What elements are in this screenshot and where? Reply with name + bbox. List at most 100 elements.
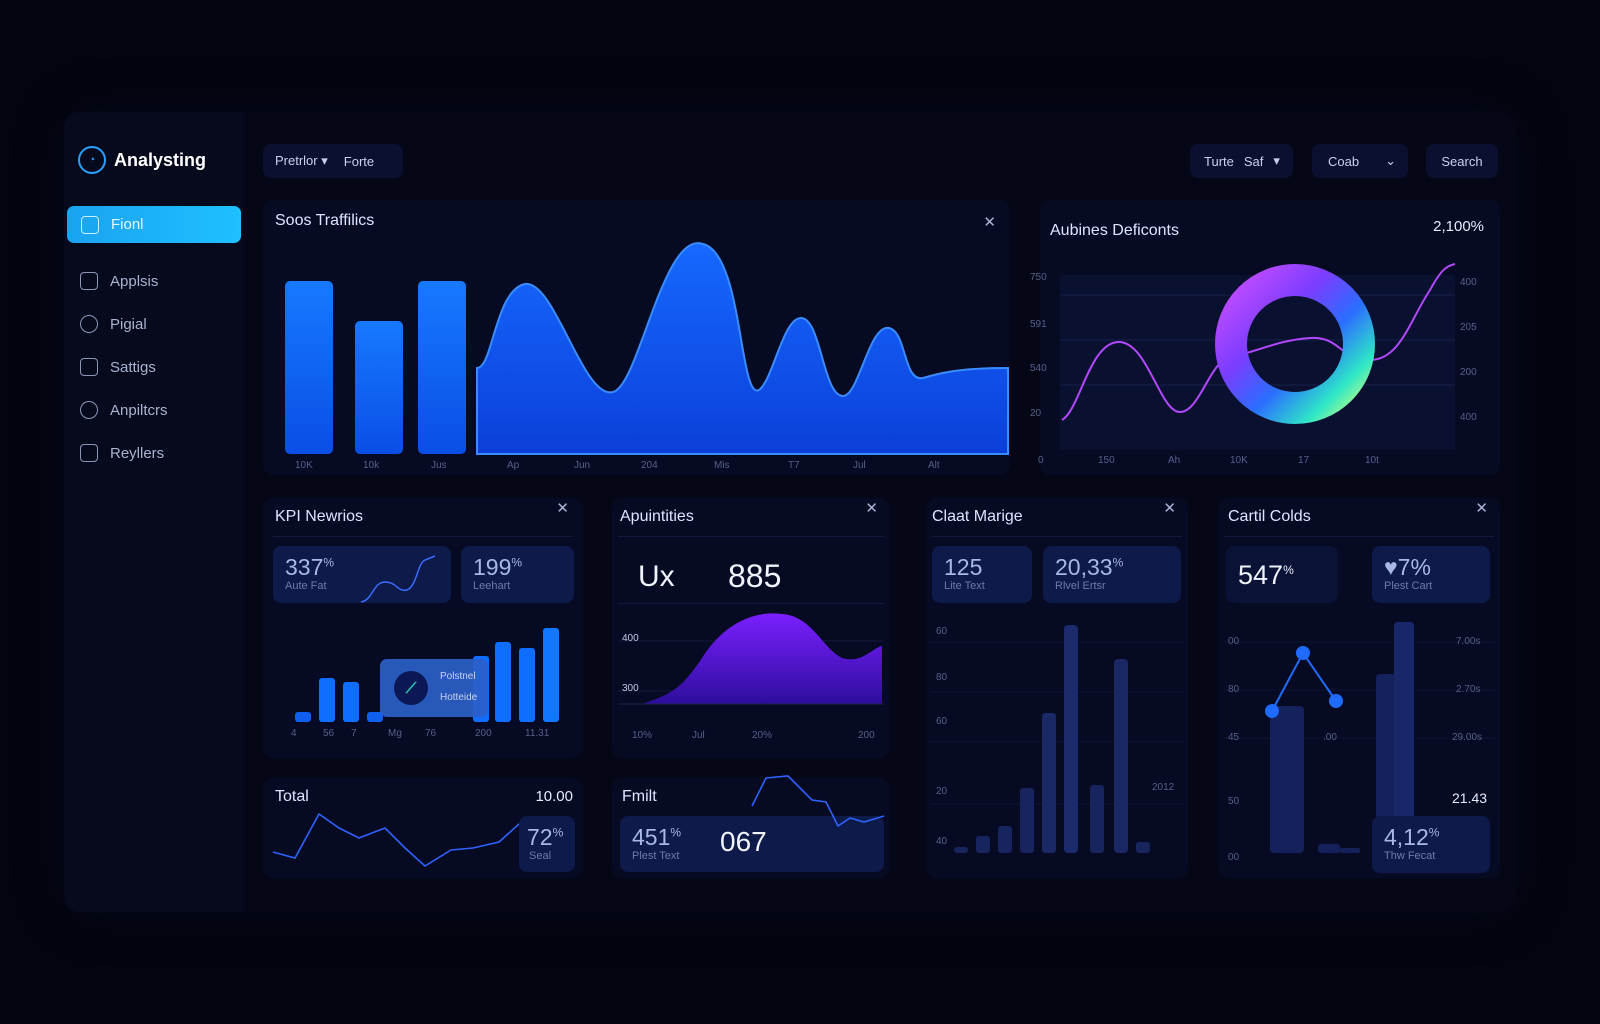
sidebar-item-label: Anpiltcrs bbox=[110, 401, 168, 419]
traffic-card: Soos Traffilics ✕ 10K 10k Jus Ap Jun 204… bbox=[263, 200, 1010, 475]
x-tick: 204 bbox=[641, 460, 658, 471]
combo-label: Coab bbox=[1328, 153, 1360, 169]
bar bbox=[1114, 659, 1128, 853]
bar bbox=[1090, 785, 1104, 853]
filter-label: Pretrlor bbox=[275, 153, 318, 168]
x-tick: 56 bbox=[323, 728, 335, 739]
y-tick: 2.70s bbox=[1456, 684, 1481, 695]
range-dropdown[interactable]: Turte Saf ▾ bbox=[1190, 144, 1293, 178]
traffic-chart bbox=[285, 242, 1009, 455]
x-tick: 200 bbox=[475, 728, 492, 739]
kpi-value: 4,12% bbox=[1384, 824, 1439, 851]
clipboard-icon bbox=[80, 272, 98, 290]
y-tick: 29.00s bbox=[1452, 732, 1483, 743]
apuntities-card: Apuintities ✕ Ux 885 400 300 10% Jul 20%… bbox=[612, 498, 890, 758]
sidebar-item-reports[interactable]: Reyllers bbox=[80, 444, 164, 462]
y-tick: 45 bbox=[1228, 732, 1240, 743]
sidebar-item-users[interactable]: Anpiltcrs bbox=[80, 401, 168, 419]
sidebar-item-home[interactable]: Fionl bbox=[67, 206, 241, 243]
y-tick: 400 bbox=[1460, 412, 1477, 423]
bar bbox=[954, 847, 968, 853]
filter-chip[interactable]: Forte bbox=[344, 154, 374, 169]
sidebar-item-applsis[interactable]: Applsis bbox=[80, 272, 158, 290]
bar bbox=[998, 826, 1012, 853]
point bbox=[1265, 704, 1279, 718]
bar bbox=[519, 648, 535, 722]
annotation: 2012 bbox=[1152, 782, 1175, 793]
chevron-down-icon: ⌄ bbox=[1385, 153, 1396, 168]
sidebar-item-pigial[interactable]: Pigial bbox=[80, 315, 147, 333]
sidebar-item-label: Applsis bbox=[110, 272, 159, 290]
x-tick: 7 bbox=[351, 728, 357, 739]
bar bbox=[343, 682, 359, 722]
mid-tick: .00 bbox=[1323, 732, 1337, 743]
traffic-bar-1 bbox=[285, 281, 333, 454]
y-tick: 400 bbox=[622, 633, 639, 644]
globe-icon bbox=[80, 315, 98, 333]
bar bbox=[543, 628, 559, 722]
sidebar-item-label: Pigial bbox=[110, 315, 147, 333]
x-tick: 200 bbox=[858, 730, 875, 741]
traffic-area bbox=[476, 242, 1009, 455]
x-tick: 0 bbox=[1038, 455, 1044, 466]
x-tick: 10% bbox=[632, 730, 653, 741]
bar bbox=[1270, 706, 1304, 853]
donut-chart bbox=[1060, 263, 1456, 450]
settings-icon bbox=[80, 358, 98, 376]
traffic-bar-3 bbox=[418, 281, 466, 454]
y-tick: 40 bbox=[936, 836, 948, 847]
y-tick: 400 bbox=[1460, 277, 1477, 288]
y-tick: 60 bbox=[936, 626, 948, 637]
search-button[interactable]: Search bbox=[1426, 144, 1498, 178]
y-tick: 750 bbox=[1030, 272, 1047, 283]
kpi-label: Seal bbox=[529, 850, 552, 862]
x-tick: 17 bbox=[1298, 455, 1310, 466]
y-tick: 205 bbox=[1460, 322, 1477, 333]
tooltip-avatar-icon: ⟋ bbox=[394, 671, 428, 705]
home-icon bbox=[81, 215, 99, 234]
brand[interactable]: ◔ Analysting bbox=[78, 146, 206, 174]
sidebar-item-settings[interactable]: Sattigs bbox=[80, 358, 156, 376]
bar bbox=[295, 712, 311, 722]
y-tick: 540 bbox=[1030, 363, 1047, 374]
bar bbox=[1136, 842, 1150, 853]
sparkline-path bbox=[272, 812, 532, 867]
tooltip-line-2: Hotteide bbox=[440, 692, 478, 703]
y-tick: 80 bbox=[1228, 684, 1240, 695]
cartil-card: Cartil Colds ✕ 547% ♥7% Plest Cart 00 80… bbox=[1218, 498, 1500, 878]
bar bbox=[319, 678, 335, 722]
kpi-tile-3[interactable]: 4,12% Thw Fecat bbox=[1372, 816, 1490, 873]
bar bbox=[1064, 625, 1078, 853]
combo-select[interactable]: Coab ⌄ bbox=[1312, 144, 1408, 178]
apuntities-chart bbox=[618, 613, 884, 705]
fruit-card: Fmilt 451% Plest Text 067 bbox=[612, 775, 890, 878]
tooltip: ⟋ Polstnel Hotteide bbox=[380, 659, 488, 717]
y-tick: 7.00s bbox=[1456, 636, 1481, 647]
kpi-unit: % bbox=[1428, 825, 1440, 840]
users-icon bbox=[80, 401, 98, 419]
chat-marge-card: Claat Marige ✕ 125 Lite Text 20,33% Rlve… bbox=[926, 498, 1188, 878]
x-tick: Ap bbox=[507, 460, 520, 471]
brand-name: Analysting bbox=[114, 149, 207, 170]
kpi-card: KPI Newrios ✕ 337% Aute Fat 199% Leehart… bbox=[263, 498, 583, 758]
stack-icon bbox=[80, 444, 98, 462]
chat-marge-chart bbox=[930, 625, 1184, 853]
kpi-label: Thw Fecat bbox=[1384, 850, 1436, 862]
y-tick: 60 bbox=[936, 716, 948, 727]
x-tick: Ah bbox=[1168, 455, 1181, 466]
x-tick: Jun bbox=[574, 460, 591, 471]
bar bbox=[1340, 848, 1360, 853]
x-tick: 10t bbox=[1365, 455, 1379, 466]
y-tick: 80 bbox=[936, 672, 948, 683]
x-tick: 11.31 bbox=[525, 728, 550, 739]
x-tick: 10k bbox=[363, 460, 380, 471]
total-card: Total 10.00 72% Seal bbox=[263, 778, 583, 878]
range-label-b: Saf bbox=[1243, 153, 1264, 169]
search-label: Search bbox=[1441, 153, 1483, 169]
total-kpi[interactable]: 72% Seal bbox=[519, 816, 575, 872]
traffic-bar-2 bbox=[355, 321, 403, 454]
filter-dropdown[interactable]: Pretrlor ▾ bbox=[275, 153, 328, 169]
x-tick: Jul bbox=[853, 460, 866, 471]
caret-down-icon: ▾ bbox=[1273, 153, 1280, 168]
x-tick: Mis bbox=[714, 460, 730, 471]
